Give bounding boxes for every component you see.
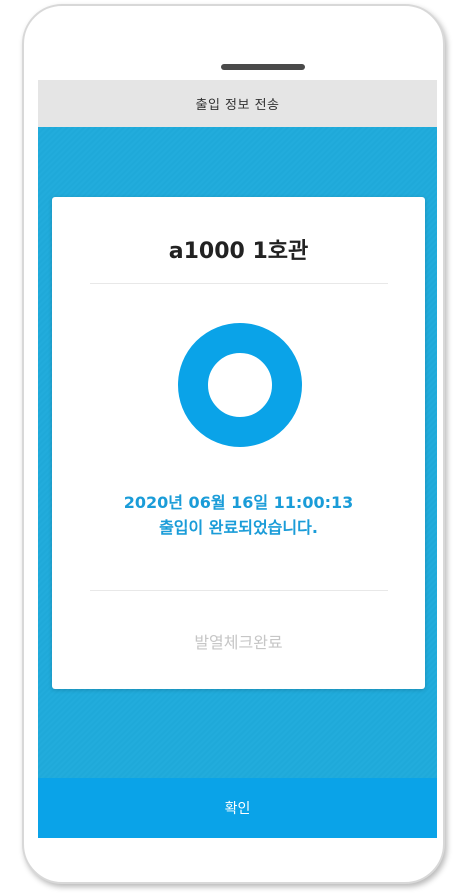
page: 출입 정보 전송 a1000 1호관 2020년 06월 16일 11:00:1… [0,0,461,893]
divider-bottom [90,590,388,591]
o-circle-icon [178,323,302,447]
entry-complete-message: 출입이 완료되었습니다. [159,518,318,537]
confirm-button[interactable]: 확인 [38,778,437,838]
content-background: a1000 1호관 2020년 06월 16일 11:00:13 출입이 완료되… [38,127,437,778]
entry-timestamp: 2020년 06월 16일 11:00:13 [123,493,354,512]
entry-result-card: a1000 1호관 2020년 06월 16일 11:00:13 출입이 완료되… [52,197,425,689]
fever-check-status: 발열체크완료 [194,633,283,652]
app-screen: 출입 정보 전송 a1000 1호관 2020년 06월 16일 11:00:1… [38,80,437,838]
divider-top [90,283,388,284]
place-name: a1000 1호관 [168,239,309,264]
title-bar: 출입 정보 전송 [38,80,437,127]
page-title: 출입 정보 전송 [195,98,280,113]
phone-speaker [221,64,305,70]
